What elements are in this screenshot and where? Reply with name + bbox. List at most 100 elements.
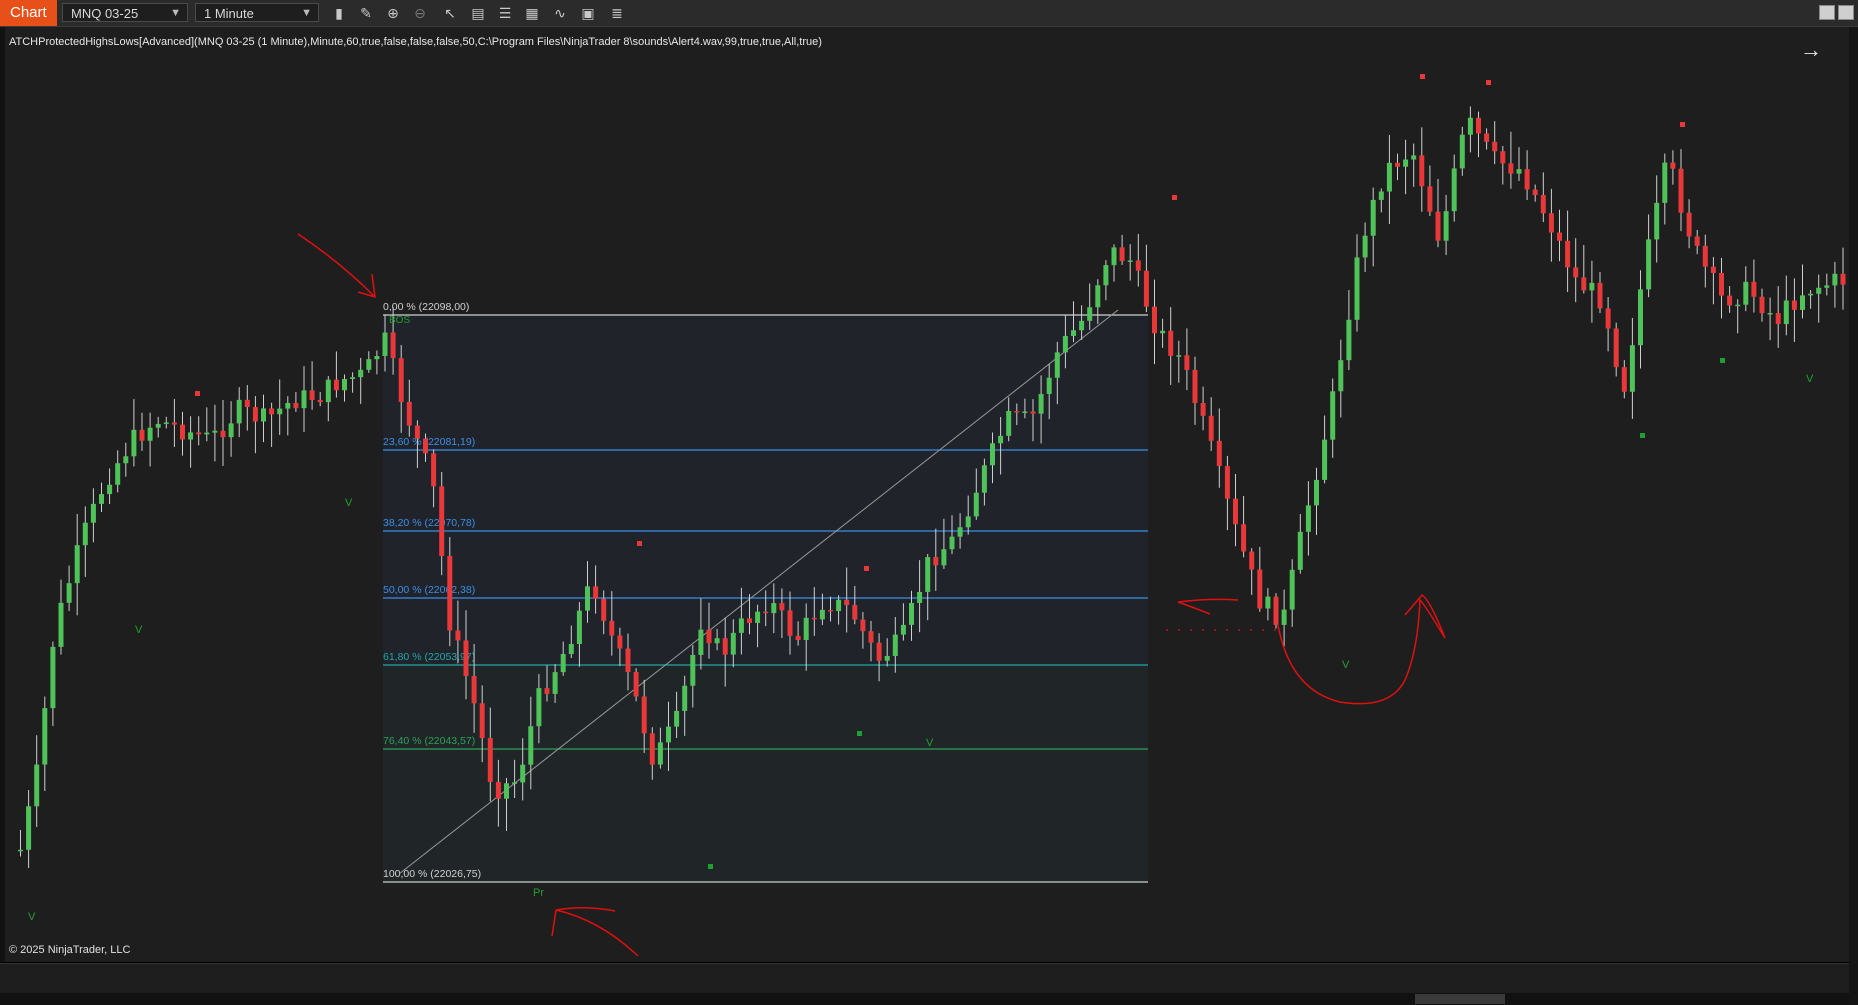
candle-down [333,379,339,391]
fib-level-label: 50,00 % (22062,38) [383,584,475,596]
candle-down [1702,245,1708,267]
price-chart[interactable]: 18:1018:2018:3018:4018:5019:0019:1019:20… [0,0,1858,1005]
candle-down [1581,277,1587,291]
candle-up [690,654,696,686]
maximize-button[interactable] [1838,5,1854,20]
zoom-out-icon[interactable]: ⊖ [410,3,430,23]
list-icon[interactable]: ≣ [607,3,627,23]
candle-up [1629,345,1635,392]
scrollbar-thumb[interactable] [1415,994,1505,1004]
candle-up [358,369,364,378]
swing-v-label: V [1806,373,1814,385]
data-box-icon[interactable]: ▤ [468,3,488,23]
candle-up [131,429,137,457]
candle-up [123,456,129,464]
candle-up [1824,285,1830,288]
candle-up [1743,281,1749,305]
candle-down [1500,151,1506,164]
candle-up [301,390,307,409]
candle-down [1710,266,1716,273]
arrow-right-icon[interactable]: → [1800,38,1822,62]
candle-up [1411,155,1417,160]
candle-up [674,710,680,727]
candle-down [1152,306,1157,334]
candle-up [1654,202,1660,240]
candle-up [107,484,113,495]
candle-up [900,624,906,635]
candle-up [1330,391,1336,440]
minimize-button[interactable] [1819,5,1835,20]
candle-down [1192,369,1198,403]
candle-up [730,632,736,655]
chart-tab[interactable]: Chart [0,0,57,26]
candle-up [82,522,88,546]
candle-down [649,733,655,765]
candle-up [536,688,542,727]
candle-up [18,849,23,852]
candle-up [990,443,995,466]
candle-up [965,516,971,528]
candle-up [1816,287,1822,294]
candle-up [212,430,218,433]
candle-down [1840,273,1846,285]
candle-down [1540,194,1546,214]
candle-up [803,617,809,641]
candle-up [504,783,509,799]
candle-down [787,610,793,636]
candle-up [1038,393,1044,414]
candle-up [66,583,72,603]
chart-trader-icon[interactable]: ▣ [578,3,598,23]
candle-up [1314,479,1319,506]
candle-up [1338,360,1344,392]
candle-down [747,618,752,623]
candle-down [1613,328,1619,368]
candle-up [917,591,923,603]
candle-up [568,644,574,654]
candle-down [1719,272,1724,296]
swing-v-label: V [135,624,143,636]
candle-up [698,629,704,655]
candle-down [868,631,874,643]
indicators-icon[interactable]: ▦ [522,3,542,23]
fib-level-label: 100,00 % (22026,75) [383,868,481,880]
candle-up [1022,411,1028,413]
candle-down [390,332,396,359]
candle-down [252,407,258,422]
time-axis[interactable] [0,963,1849,994]
candle-down [423,438,428,454]
horizontal-scrollbar[interactable] [0,993,1849,1005]
instrument-selector[interactable]: MNQ 03-25 ▼ [62,3,188,22]
candle-up [585,586,590,611]
candle-up [342,379,347,391]
candle-down [811,617,817,620]
cursor-icon[interactable]: ↖ [440,3,460,23]
strategies-icon[interactable]: ∿ [550,3,570,23]
zoom-in-icon[interactable]: ⊕ [383,3,403,23]
swing-marker [1680,122,1685,127]
candle-down [479,703,485,739]
candle-up [236,399,242,424]
bars-icon[interactable]: ▮ [329,3,349,23]
candle-up [1783,300,1789,325]
candle-down [722,638,728,655]
candle-down [1532,189,1538,195]
chevron-down-icon: ▼ [301,7,312,19]
fib-level-label: 38,20 % (22070,78) [383,517,475,529]
candle-up [1079,320,1085,331]
candle-down [1143,270,1149,307]
candle-down [1135,260,1141,271]
pencil-icon[interactable]: ✎ [356,3,376,23]
annotation-arrow-head [551,909,557,937]
candle-down [447,555,453,631]
interval-selector[interactable]: 1 Minute ▼ [195,3,319,22]
candle-down [1419,155,1425,187]
candle-up [50,646,56,709]
candle-up [682,685,688,711]
candle-down [1759,296,1765,314]
candle-up [204,432,210,435]
properties-icon[interactable]: ☰ [495,3,515,23]
candle-up [1006,410,1012,436]
interval-value: 1 Minute [204,6,254,21]
price-axis-strip[interactable] [1849,27,1858,1005]
candle-up [277,408,283,415]
